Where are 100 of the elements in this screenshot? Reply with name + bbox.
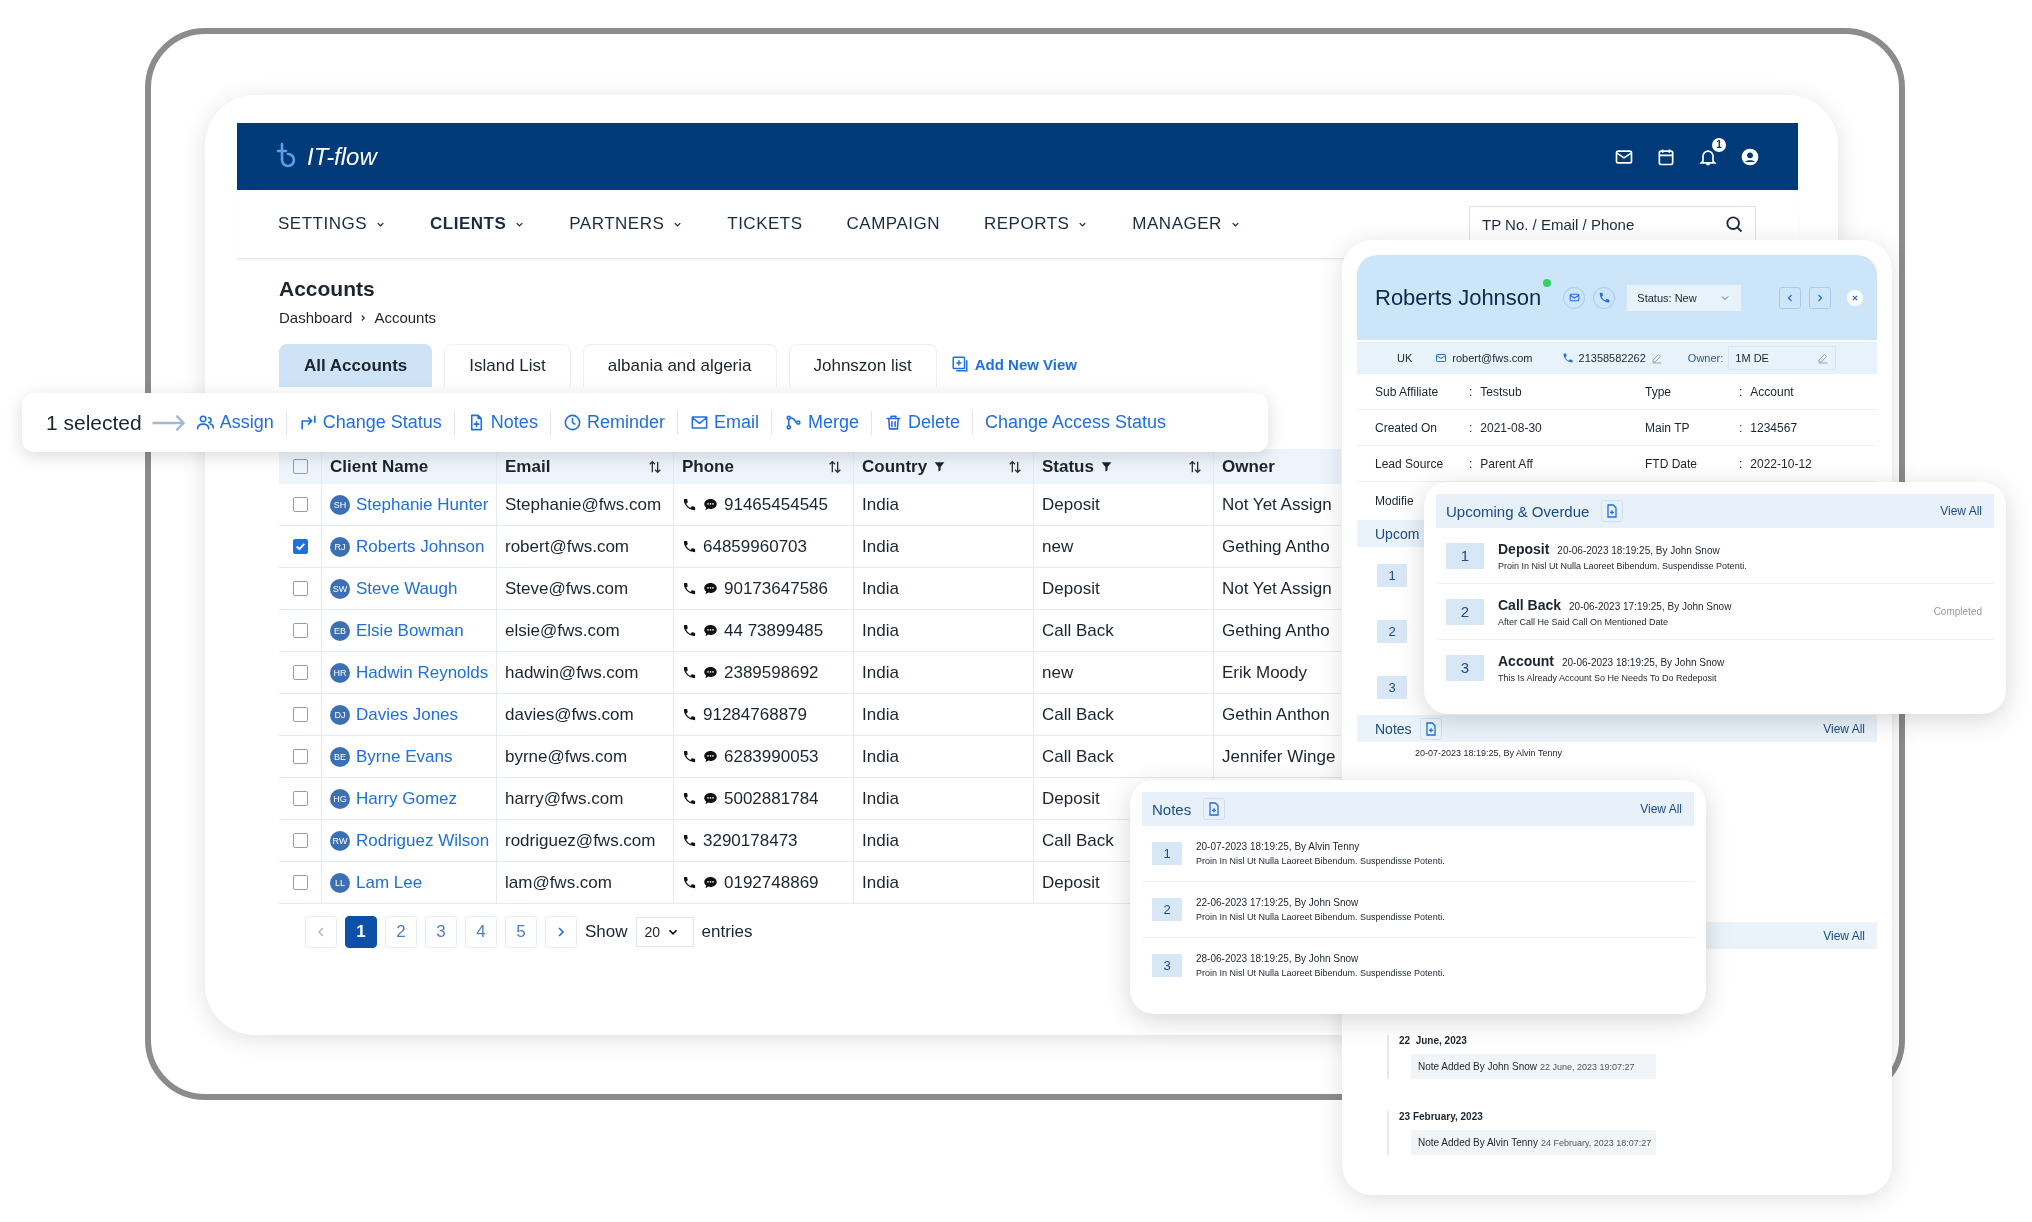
phone-icon[interactable] [682,875,697,890]
page-button[interactable]: 2 [385,916,417,948]
checkbox[interactable] [292,833,308,848]
toolbar-action[interactable]: Notes [466,412,538,433]
client-link[interactable]: Rodriguez Wilson [356,830,490,851]
sort-icon[interactable] [647,458,663,475]
avatar: RW [330,830,350,851]
chat-bubble-icon[interactable] [703,581,718,596]
client-link[interactable]: Elsie Bowman [356,620,464,641]
number-badge: 3 [1377,675,1407,699]
status-select[interactable]: Status: New [1627,284,1741,311]
task-meta: 20-06-2023 18:19:25, By John Snow [1562,656,1725,668]
table-cell: davies@fws.com [497,694,674,735]
view-all-link[interactable]: View All [1823,928,1865,943]
chat-bubble-icon[interactable] [703,623,718,638]
table-cell: Call Back [1034,610,1214,651]
document-plus-icon[interactable] [1203,798,1226,820]
search-icon[interactable] [1724,214,1744,234]
mail-icon [689,413,709,432]
filter-icon[interactable] [1099,460,1113,473]
popup-title: Upcoming & Overdue [1446,502,1590,520]
phone-icon[interactable] [682,707,697,722]
toolbar-action[interactable]: Assign [195,412,274,433]
nav-item[interactable]: CAMPAIGN [846,214,940,234]
view-tab[interactable]: Johnszon list [788,344,937,387]
document-plus-icon[interactable] [1601,500,1624,522]
close-button[interactable] [1847,289,1863,306]
sort-icon[interactable] [1007,458,1023,475]
phone-icon[interactable] [682,749,697,764]
toolbar-action[interactable]: Change Status [298,412,442,433]
view-all-link[interactable]: View All [1823,721,1865,736]
client-link[interactable]: Davies Jones [356,704,459,725]
toolbar-action[interactable]: Reminder [562,412,665,433]
page-button[interactable]: 5 [505,916,537,948]
view-tab[interactable]: albania and algeria [582,344,777,387]
toolbar-action[interactable]: Delete [883,412,960,433]
checkbox[interactable] [292,459,308,474]
client-link[interactable]: Steve Waugh [356,578,458,599]
breadcrumb-link[interactable]: Dashboard [279,309,353,326]
checkbox[interactable] [292,875,308,890]
client-link[interactable]: Lam Lee [356,872,423,893]
view-all-link[interactable]: View All [1640,802,1682,816]
document-plus-icon[interactable] [1419,717,1442,740]
checkbox[interactable] [292,497,308,512]
phone-number: 91284768879 [703,704,807,725]
number-badge: 1 [1152,842,1182,865]
field-separator: : [1739,420,1743,435]
client-link[interactable]: Stephanie Hunter [356,494,489,515]
phone-icon[interactable] [682,581,697,596]
toolbar-action[interactable]: Email [689,412,759,433]
checkbox[interactable] [292,791,308,806]
user-icon[interactable] [1740,146,1760,167]
view-all-link[interactable]: View All [1940,504,1982,518]
page-button[interactable]: 1 [345,916,377,948]
checkbox[interactable] [292,581,308,596]
toolbar-action[interactable]: Change Access Status [985,412,1167,433]
column-header: Phone [682,456,734,477]
nav-item[interactable]: PARTNERS [569,214,684,234]
search-field[interactable]: TP No. / Email / Phone [1469,206,1756,242]
toolbar-action[interactable]: Merge [783,412,859,433]
phone-icon [1561,352,1574,364]
nav-item[interactable]: TICKETS [727,214,803,234]
chat-bubble-icon[interactable] [703,875,718,890]
client-link[interactable]: Harry Gomez [356,788,458,809]
checkbox[interactable] [292,749,308,764]
page-button[interactable]: 4 [465,916,497,948]
phone-icon[interactable] [682,539,697,554]
checkbox[interactable] [292,623,308,638]
chat-bubble-icon[interactable] [703,791,718,806]
section-title: Notes [1375,720,1412,737]
checkbox[interactable] [292,665,308,680]
chat-bubble-icon[interactable] [703,665,718,680]
view-tab[interactable]: Island List [444,344,571,387]
phone-icon[interactable] [682,833,697,848]
client-link[interactable]: Roberts Johnson [356,536,485,557]
sort-icon[interactable] [827,458,843,475]
nav-item[interactable]: SETTINGS [278,214,386,234]
checkbox[interactable] [292,707,308,722]
note-text: Proin In Nisl Ut Nulla Laoreet Bibendum. Suspendisse Potenti. [1196,968,1445,978]
checkbox[interactable] [292,539,308,554]
chat-bubble-icon[interactable] [703,749,718,764]
view-tab[interactable]: All Accounts [279,344,433,387]
phone-icon[interactable] [682,665,697,680]
owner-field[interactable]: 1M DE [1728,346,1837,370]
page-button[interactable]: 3 [425,916,457,948]
client-link[interactable]: Byrne Evans [356,746,453,767]
nav-item[interactable]: REPORTS [984,214,1089,234]
arrows-icon [298,413,318,432]
client-link[interactable]: Hadwin Reynolds [356,662,489,683]
phone-icon[interactable] [682,623,697,638]
nav-item[interactable]: CLIENTS [430,214,526,234]
add-view-link[interactable]: Add New View [950,349,1078,379]
phone-icon[interactable] [682,791,697,806]
nav-item[interactable]: MANAGER [1132,214,1241,234]
page-size-select[interactable]: 20 [635,917,694,947]
sort-icon[interactable] [1187,458,1203,475]
avatar: SH [330,494,350,515]
phone-icon[interactable] [682,497,697,512]
filter-icon[interactable] [933,460,947,473]
chat-bubble-icon[interactable] [703,497,718,512]
